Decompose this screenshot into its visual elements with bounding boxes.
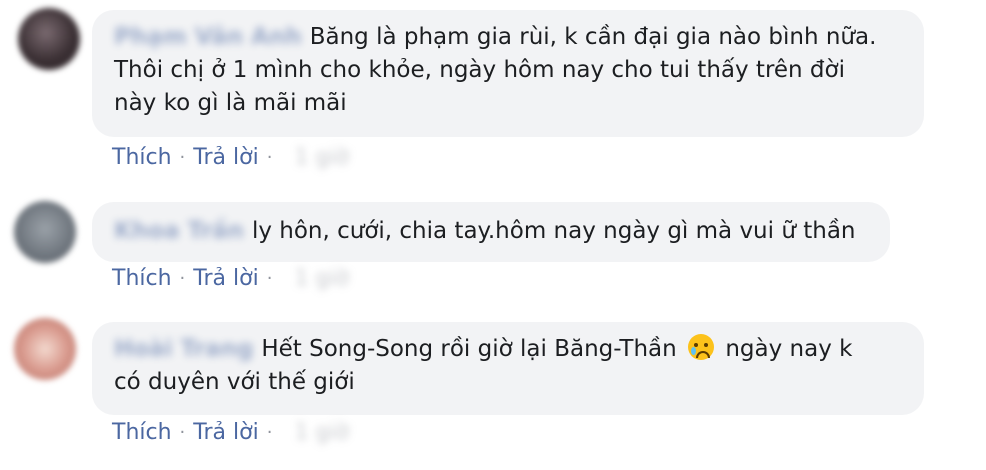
comment-text-line: Thôi chị ở 1 mình cho khỏe, ngày hôm nay… [114, 57, 845, 83]
reply-link[interactable]: Trả lời [193, 266, 258, 291]
like-link[interactable]: Thích [112, 145, 172, 170]
comment-bubble: Phạm Vân Anh Băng là phạm gia rùi, k cần … [92, 10, 924, 137]
separator: · [179, 422, 186, 443]
comment-timestamp[interactable]: 1 giờ [294, 420, 349, 445]
like-link[interactable]: Thích [112, 266, 172, 291]
comment-bubble: Hoài Trang Hết Song-Song rồi giờ lại Băng… [92, 322, 924, 415]
tear-icon [691, 347, 697, 355]
comment-timestamp[interactable]: 1 giờ [294, 145, 349, 170]
comment-text-line: ngày nay k [725, 336, 853, 362]
separator: · [179, 268, 186, 289]
avatar[interactable] [18, 8, 80, 70]
comment-text-line: này ko gì là mãi mãi [114, 90, 347, 116]
separator: · [266, 422, 273, 443]
reply-link[interactable]: Trả lời [193, 145, 258, 170]
comment-author[interactable]: Khoa Trần [114, 215, 244, 248]
comment-actions: Thích · Trả lời · 1 giờ [112, 266, 349, 291]
comment-timestamp[interactable]: 1 giờ [294, 266, 349, 291]
avatar[interactable] [14, 201, 76, 263]
comment-text-line: Băng là phạm gia rùi, k cần đại gia nào … [309, 24, 877, 50]
comment-actions: Thích · Trả lời · 1 giờ [112, 420, 349, 445]
comment-text-line: Hết Song-Song rồi giờ lại Băng-Thần [261, 336, 677, 362]
avatar[interactable] [14, 318, 76, 380]
comment-text-line: ly hôn, cưới, chia tay.hôm nay ngày gì m… [251, 218, 856, 244]
comment-actions: Thích · Trả lời · 1 giờ [112, 145, 349, 170]
like-link[interactable]: Thích [112, 420, 172, 445]
comment-author[interactable]: Hoài Trang [114, 333, 253, 366]
comment-author[interactable]: Phạm Vân Anh [114, 21, 302, 54]
separator: · [266, 268, 273, 289]
comment-text-line: có duyên với thế giới [114, 369, 355, 395]
comment-bubble: Khoa Trần ly hôn, cưới, chia tay.hôm nay … [92, 202, 890, 262]
separator: · [266, 147, 273, 168]
separator: · [179, 147, 186, 168]
crying-face-icon [688, 334, 715, 360]
reply-link[interactable]: Trả lời [193, 420, 258, 445]
